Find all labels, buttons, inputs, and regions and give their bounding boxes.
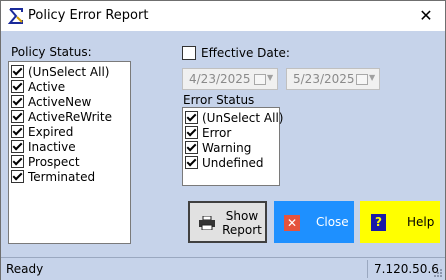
effective-date-row[interactable]: Effective Date: [182,46,290,60]
checkbox-checked[interactable] [11,95,24,108]
checkbox-checked[interactable] [11,170,24,183]
policy-status-item-expired[interactable]: Expired [11,124,73,139]
item-label: (UnSelect All) [202,110,284,125]
close-icon: ✕ [284,215,300,231]
checkbox-checked[interactable] [11,80,24,93]
version-text: 7.120.50.6 [374,262,439,276]
show-report-label-line2: Report [222,223,262,237]
status-text: Ready [6,262,44,276]
item-label: Expired [28,124,74,139]
resize-grip-icon[interactable] [433,268,443,278]
window-title: Policy Error Report [28,8,149,23]
policy-status-item-active[interactable]: Active [11,79,65,94]
item-label: (UnSelect All) [28,64,110,79]
error-status-item-warning[interactable]: Warning [185,140,251,155]
policy-status-item-activenew[interactable]: ActiveNew [11,94,91,109]
calendar-icon[interactable] [356,74,368,85]
title-bar[interactable]: Policy Error Report ✕ [1,1,445,31]
sigma-app-icon [7,7,25,25]
policy-status-item-terminated[interactable]: Terminated [11,169,95,184]
error-status-label: Error Status [183,93,255,107]
error-status-item-error[interactable]: Error [185,125,231,140]
effective-date-checkbox[interactable] [182,46,196,60]
close-button[interactable]: ✕ Close [274,201,354,243]
item-label: ActiveReWrite [28,109,112,124]
date-to-value: 5/23/2025 [293,72,355,86]
printer-icon [199,216,215,230]
item-label: Inactive [28,139,76,154]
status-divider [367,260,368,278]
chevron-down-icon[interactable]: ▼ [369,73,375,82]
checkbox-checked[interactable] [185,141,198,154]
checkbox-checked[interactable] [11,65,24,78]
item-label: ActiveNew [28,94,92,109]
checkbox-checked[interactable] [185,111,198,124]
item-label: Error [202,125,232,140]
policy-status-item-prospect[interactable]: Prospect [11,154,80,169]
policy-status-label: Policy Status: [11,45,92,59]
effective-date-from-picker[interactable]: 4/23/2025 ▼ [182,68,278,90]
policy-status-item-activerewrite[interactable]: ActiveReWrite [11,109,112,124]
show-report-label: Show Report [220,209,264,237]
policy-status-item-inactive[interactable]: Inactive [11,139,76,154]
show-report-button[interactable]: Show Report [188,201,267,243]
error-status-item-unselect-all[interactable]: (UnSelect All) [185,110,283,125]
policy-status-item-unselect-all[interactable]: (UnSelect All) [11,64,109,79]
checkbox-checked[interactable] [11,155,24,168]
checkbox-checked[interactable] [185,126,198,139]
policy-status-list[interactable]: (UnSelect All) Active ActiveNew ActiveRe… [8,61,131,244]
checkbox-checked[interactable] [11,125,24,138]
close-button-label: Close [316,215,349,229]
calendar-icon[interactable] [254,74,266,85]
help-button[interactable]: ? Help [360,201,440,243]
checkbox-checked[interactable] [11,110,24,123]
date-from-value: 4/23/2025 [189,72,251,86]
chevron-down-icon[interactable]: ▼ [267,73,273,82]
effective-date-label: Effective Date: [201,46,290,60]
effective-date-to-picker[interactable]: 5/23/2025 ▼ [286,68,380,90]
help-icon: ? [371,214,386,231]
error-status-list[interactable]: (UnSelect All) Error Warning Undefined [182,107,283,186]
policy-error-report-window: Policy Error Report ✕ Policy Status: (Un… [0,0,446,280]
checkbox-checked[interactable] [11,140,24,153]
help-button-label: Help [407,215,435,229]
window-close-icon[interactable]: ✕ [414,5,438,27]
item-label: Terminated [28,169,96,184]
item-label: Prospect [28,154,80,169]
item-label: Active [28,79,66,94]
show-report-label-line1: Show [225,209,259,223]
checkbox-checked[interactable] [185,156,198,169]
status-bar: Ready 7.120.50.6 [1,257,445,280]
item-label: Warning [202,140,252,155]
item-label: Undefined [202,155,264,170]
error-status-item-undefined[interactable]: Undefined [185,155,264,170]
